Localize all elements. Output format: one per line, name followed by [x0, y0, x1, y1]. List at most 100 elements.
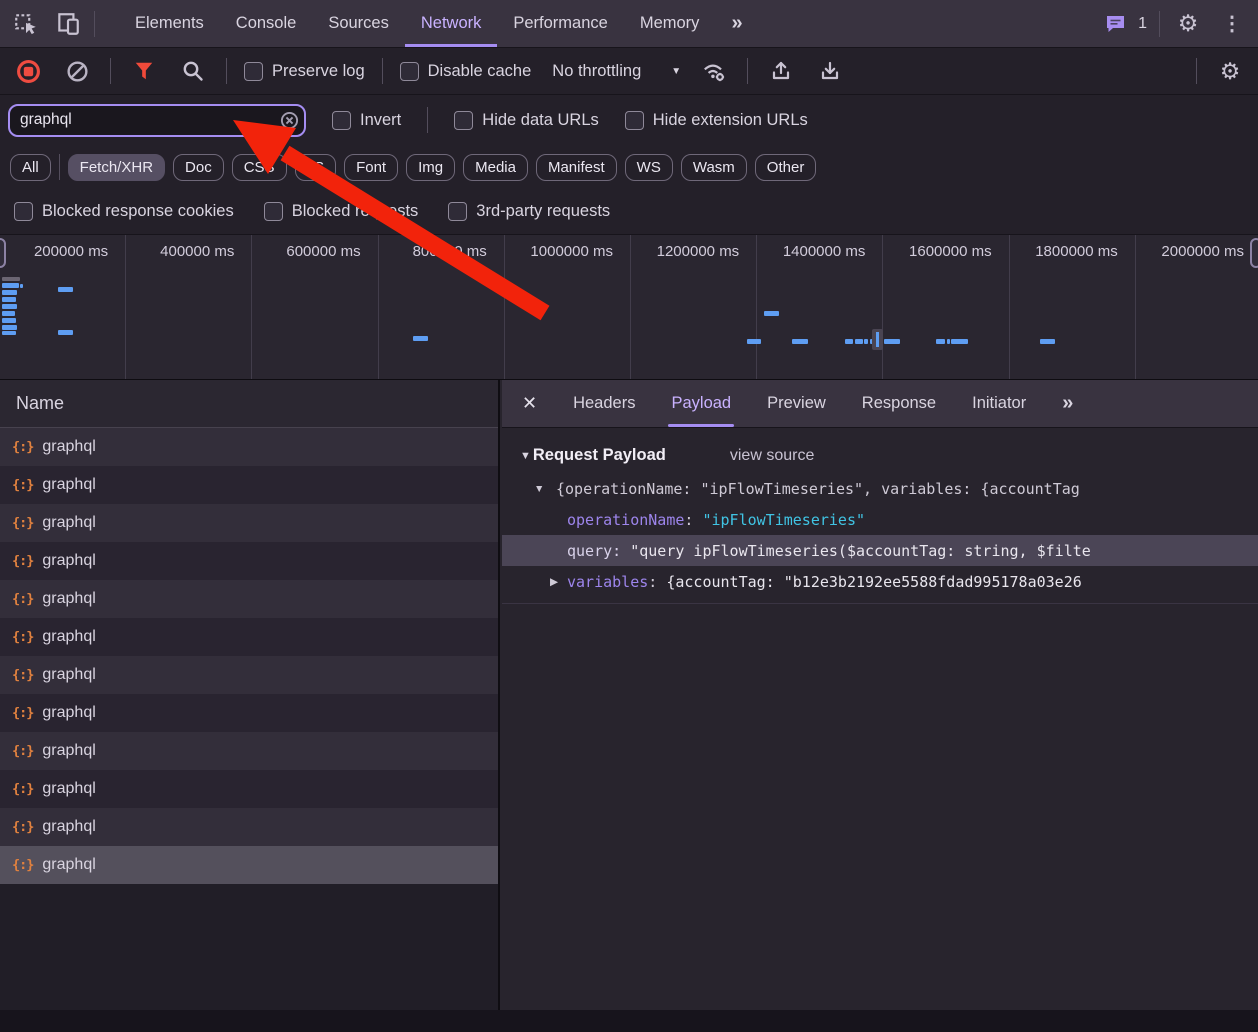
checkbox[interactable] [448, 202, 467, 221]
hide-data-urls-checkbox[interactable]: Hide data URLs [454, 111, 598, 130]
tab-sources[interactable]: Sources [312, 0, 405, 47]
checkbox[interactable] [332, 111, 351, 130]
payload-row[interactable]: ▼{operationName: "ipFlowTimeseries", var… [502, 473, 1258, 504]
type-chip-wasm[interactable]: Wasm [681, 154, 747, 181]
request-name: graphql [42, 818, 95, 836]
issues-message-icon[interactable] [1100, 8, 1132, 40]
clear-filter-icon[interactable] [280, 111, 299, 135]
table-row[interactable]: {:}graphql [0, 732, 498, 770]
request-name: graphql [42, 476, 95, 494]
network-conditions-icon[interactable] [698, 55, 730, 87]
type-chip-font[interactable]: Font [344, 154, 398, 181]
type-chip-js[interactable]: JS [295, 154, 337, 181]
details-tab-preview[interactable]: Preview [767, 394, 826, 413]
network-timeline-overview[interactable]: 200000 ms400000 ms600000 ms800000 ms1000… [0, 235, 1258, 380]
network-settings-gear-icon[interactable]: ⚙ [1214, 55, 1246, 87]
table-row[interactable]: {:}graphql [0, 504, 498, 542]
table-row[interactable]: {:}graphql [0, 808, 498, 846]
table-row[interactable]: {:}graphql [0, 770, 498, 808]
more-options-kebab-icon[interactable]: ⋮ [1216, 8, 1248, 40]
request-timing-bar [2, 283, 19, 288]
tab-memory[interactable]: Memory [624, 0, 716, 47]
table-row[interactable]: {:}graphql [0, 466, 498, 504]
timeline-tick-label: 1000000 ms [530, 243, 613, 260]
type-chip-ws[interactable]: WS [625, 154, 673, 181]
timeline-column: 1400000 ms [757, 235, 883, 380]
type-chip-fetchxhr[interactable]: Fetch/XHR [68, 154, 165, 181]
collapse-triangle-icon[interactable]: ▼ [520, 450, 531, 462]
json-braces-icon: {:} [12, 705, 33, 721]
tab-performance[interactable]: Performance [497, 0, 623, 47]
table-row[interactable]: {:}graphql [0, 428, 498, 466]
expanded-triangle-icon[interactable]: ▼ [534, 483, 544, 495]
checkbox[interactable] [625, 111, 644, 130]
type-chip-all[interactable]: All [10, 154, 51, 181]
table-row[interactable]: {:}graphql [0, 542, 498, 580]
separator [427, 107, 428, 133]
collapsed-triangle-icon[interactable]: ▶ [550, 576, 558, 588]
payload-row[interactable]: operationName: "ipFlowTimeseries" [502, 504, 1258, 535]
table-row[interactable]: {:}graphql [0, 618, 498, 656]
blocked-requests-checkbox[interactable]: Blocked requests [264, 202, 419, 221]
type-chip-doc[interactable]: Doc [173, 154, 224, 181]
third-party-requests-checkbox[interactable]: 3rd-party requests [448, 202, 610, 221]
checkbox[interactable] [264, 202, 283, 221]
more-tabs-chevron-icon[interactable]: » [715, 0, 758, 47]
request-timing-bar [1040, 339, 1055, 344]
disable-cache-checkbox[interactable]: Disable cache [400, 62, 532, 81]
payload-rows: ▼{operationName: "ipFlowTimeseries", var… [502, 473, 1258, 597]
import-har-icon[interactable] [765, 55, 797, 87]
name-column-header[interactable]: Name [0, 380, 498, 428]
throttling-select[interactable]: No throttling ▼ [552, 62, 681, 81]
type-chip-other[interactable]: Other [755, 154, 817, 181]
tab-elements[interactable]: Elements [119, 0, 220, 47]
settings-gear-icon[interactable]: ⚙ [1172, 8, 1204, 40]
filter-input[interactable] [8, 104, 306, 137]
checkbox[interactable] [454, 111, 473, 130]
inspect-element-icon[interactable] [10, 8, 42, 40]
table-row[interactable]: {:}graphql [0, 846, 498, 884]
request-timing-bar [951, 339, 968, 344]
details-tab-payload[interactable]: Payload [671, 394, 731, 413]
export-har-icon[interactable] [814, 55, 846, 87]
table-row[interactable]: {:}graphql [0, 580, 498, 618]
type-chip-manifest[interactable]: Manifest [536, 154, 617, 181]
blocked-response-cookies-checkbox[interactable]: Blocked response cookies [14, 202, 234, 221]
request-payload-header[interactable]: ▼ Request Payload view source [520, 446, 1258, 465]
record-network-log-icon[interactable] [12, 55, 44, 87]
more-tabs-chevron-icon[interactable]: » [1062, 392, 1073, 415]
tab-console[interactable]: Console [220, 0, 313, 47]
filter-funnel-icon[interactable] [128, 55, 160, 87]
throttling-value: No throttling [552, 62, 641, 81]
selected-request-marker [872, 329, 883, 350]
checkbox[interactable] [244, 62, 263, 81]
details-tab-headers[interactable]: Headers [573, 394, 635, 413]
payload-tree: ▼ Request Payload view source ▼{operatio… [502, 446, 1258, 604]
search-icon[interactable] [177, 55, 209, 87]
table-row[interactable]: {:}graphql [0, 656, 498, 694]
preserve-log-checkbox[interactable]: Preserve log [244, 62, 365, 81]
request-name: graphql [42, 514, 95, 532]
type-chip-media[interactable]: Media [463, 154, 528, 181]
payload-row[interactable]: query: "query ipFlowTimeseries($accountT… [502, 535, 1258, 566]
payload-token: : [648, 573, 666, 591]
close-details-icon[interactable]: ✕ [522, 393, 537, 414]
device-toolbar-icon[interactable] [52, 8, 84, 40]
checkbox[interactable] [14, 202, 33, 221]
clear-network-log-icon[interactable] [61, 55, 93, 87]
details-tab-response[interactable]: Response [862, 394, 936, 413]
type-chip-img[interactable]: Img [406, 154, 455, 181]
tab-network[interactable]: Network [405, 0, 498, 47]
table-row[interactable]: {:}graphql [0, 694, 498, 732]
chevron-down-icon: ▼ [671, 66, 681, 77]
request-timing-bar [2, 331, 16, 335]
request-timing-bar [413, 336, 428, 341]
checkbox[interactable] [400, 62, 419, 81]
payload-row[interactable]: ▶variables: {accountTag: "b12e3b2192ee55… [502, 566, 1258, 597]
details-tab-initiator[interactable]: Initiator [972, 394, 1026, 413]
invert-checkbox[interactable]: Invert [332, 111, 401, 130]
view-source-link[interactable]: view source [730, 447, 814, 465]
type-chip-css[interactable]: CSS [232, 154, 287, 181]
hide-extension-urls-checkbox[interactable]: Hide extension URLs [625, 111, 808, 130]
blocked-requests-label: Blocked requests [292, 202, 419, 221]
